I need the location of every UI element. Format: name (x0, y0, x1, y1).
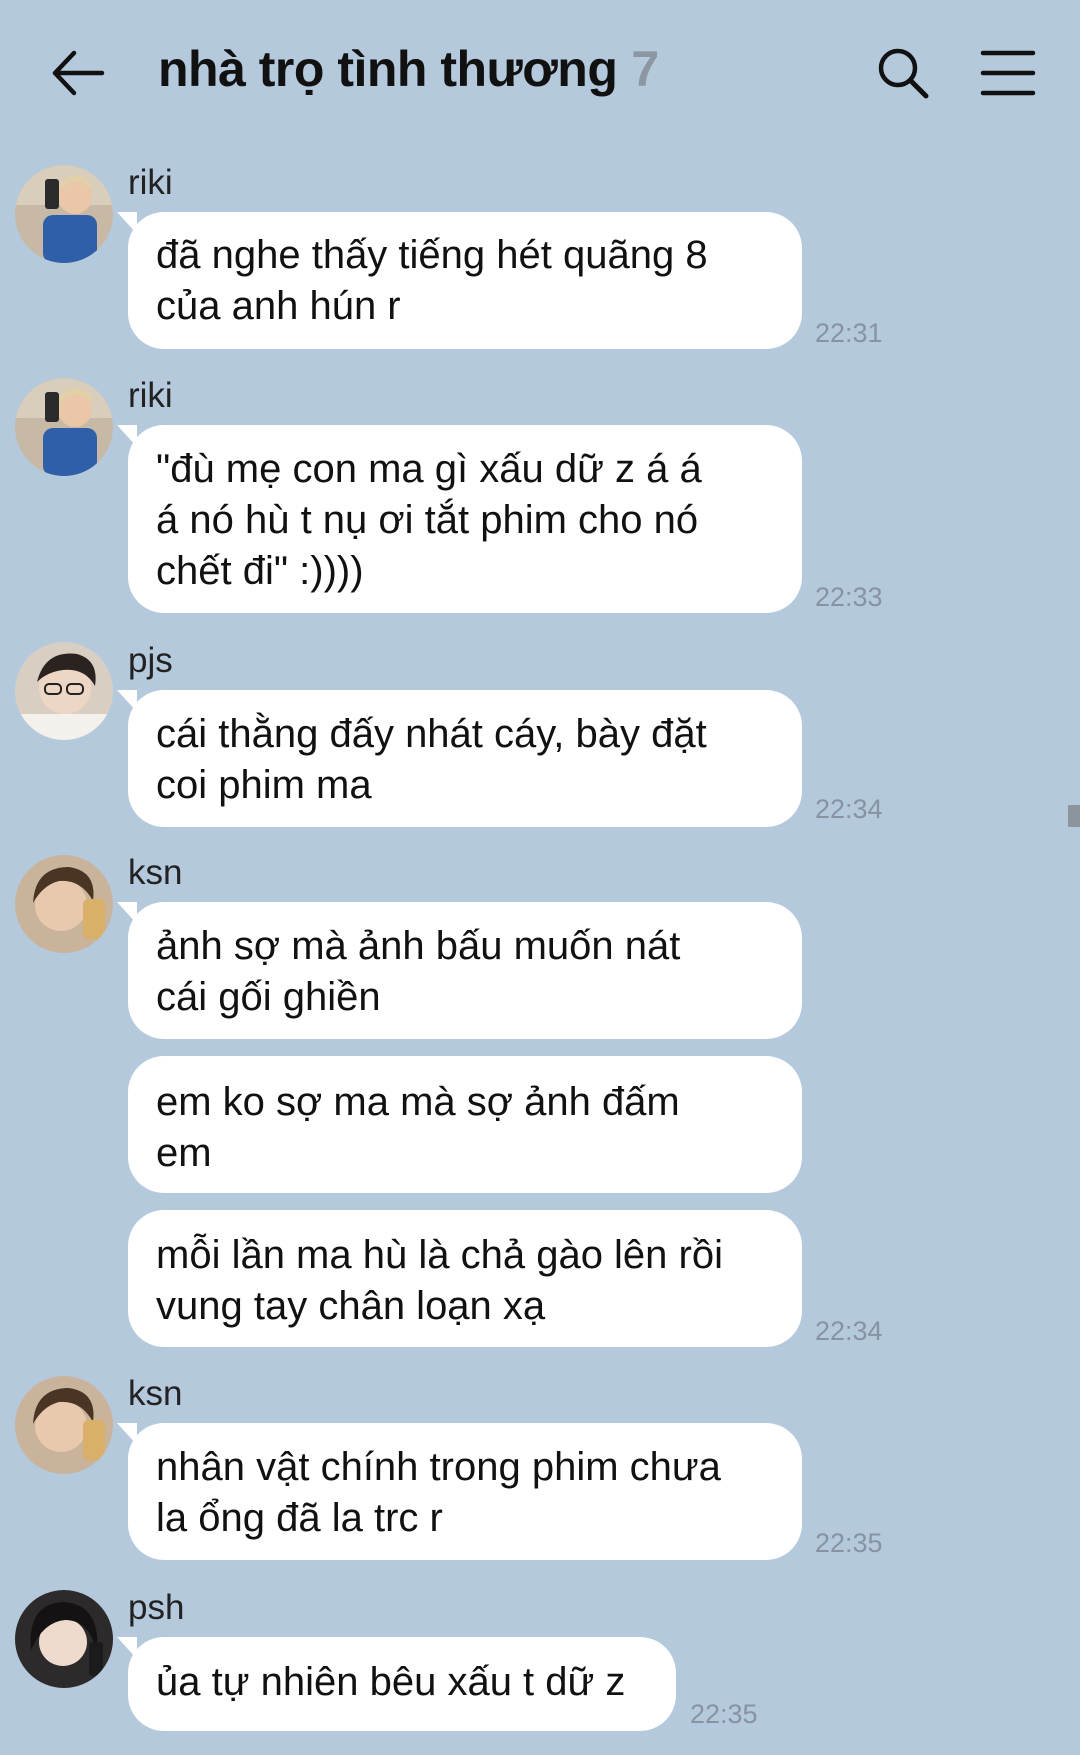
avatar-image (15, 642, 113, 740)
scrollbar-indicator[interactable] (1068, 805, 1080, 827)
message-timestamp: 22:33 (815, 582, 883, 612)
message-timestamp: 22:35 (690, 1699, 758, 1729)
avatar[interactable] (15, 855, 113, 953)
message-list[interactable]: riki đã nghe thấy tiếng hét quãng 8 của … (0, 0, 1080, 1755)
avatar-image (15, 378, 113, 476)
message-timestamp: 22:34 (815, 794, 883, 824)
sender-name: pjs (128, 641, 173, 680)
message-bubble[interactable]: nhân vật chính trong phim chưa la ổng đã… (128, 1423, 802, 1560)
sender-name: ksn (128, 1374, 183, 1413)
avatar-image (15, 855, 113, 953)
avatar-image (15, 1590, 113, 1688)
message-bubble[interactable]: đã nghe thấy tiếng hét quãng 8 của anh h… (128, 212, 802, 349)
message-timestamp: 22:31 (815, 318, 883, 348)
avatar[interactable] (15, 378, 113, 476)
avatar[interactable] (15, 1376, 113, 1474)
avatar-image (15, 165, 113, 263)
message-bubble[interactable]: "đù mẹ con ma gì xấu dữ z á á á nó hù t … (128, 425, 802, 613)
message-bubble[interactable]: ủa tự nhiên bêu xấu t dữ z (128, 1637, 676, 1731)
message-bubble[interactable]: cái thằng đấy nhát cáy, bày đặt coi phim… (128, 690, 802, 827)
message-bubble[interactable]: ảnh sợ mà ảnh bấu muốn nát cái gối ghiền (128, 902, 802, 1039)
message-bubble[interactable]: em ko sợ ma mà sợ ảnh đấm em (128, 1056, 802, 1193)
sender-name: psh (128, 1588, 185, 1627)
avatar[interactable] (15, 165, 113, 263)
sender-name: riki (128, 163, 173, 202)
avatar-image (15, 1376, 113, 1474)
message-timestamp: 22:34 (815, 1316, 883, 1346)
sender-name: ksn (128, 853, 183, 892)
avatar[interactable] (15, 1590, 113, 1688)
avatar[interactable] (15, 642, 113, 740)
message-bubble[interactable]: mỗi lần ma hù là chả gào lên rồi vung ta… (128, 1210, 802, 1347)
sender-name: riki (128, 376, 173, 415)
message-timestamp: 22:35 (815, 1528, 883, 1558)
